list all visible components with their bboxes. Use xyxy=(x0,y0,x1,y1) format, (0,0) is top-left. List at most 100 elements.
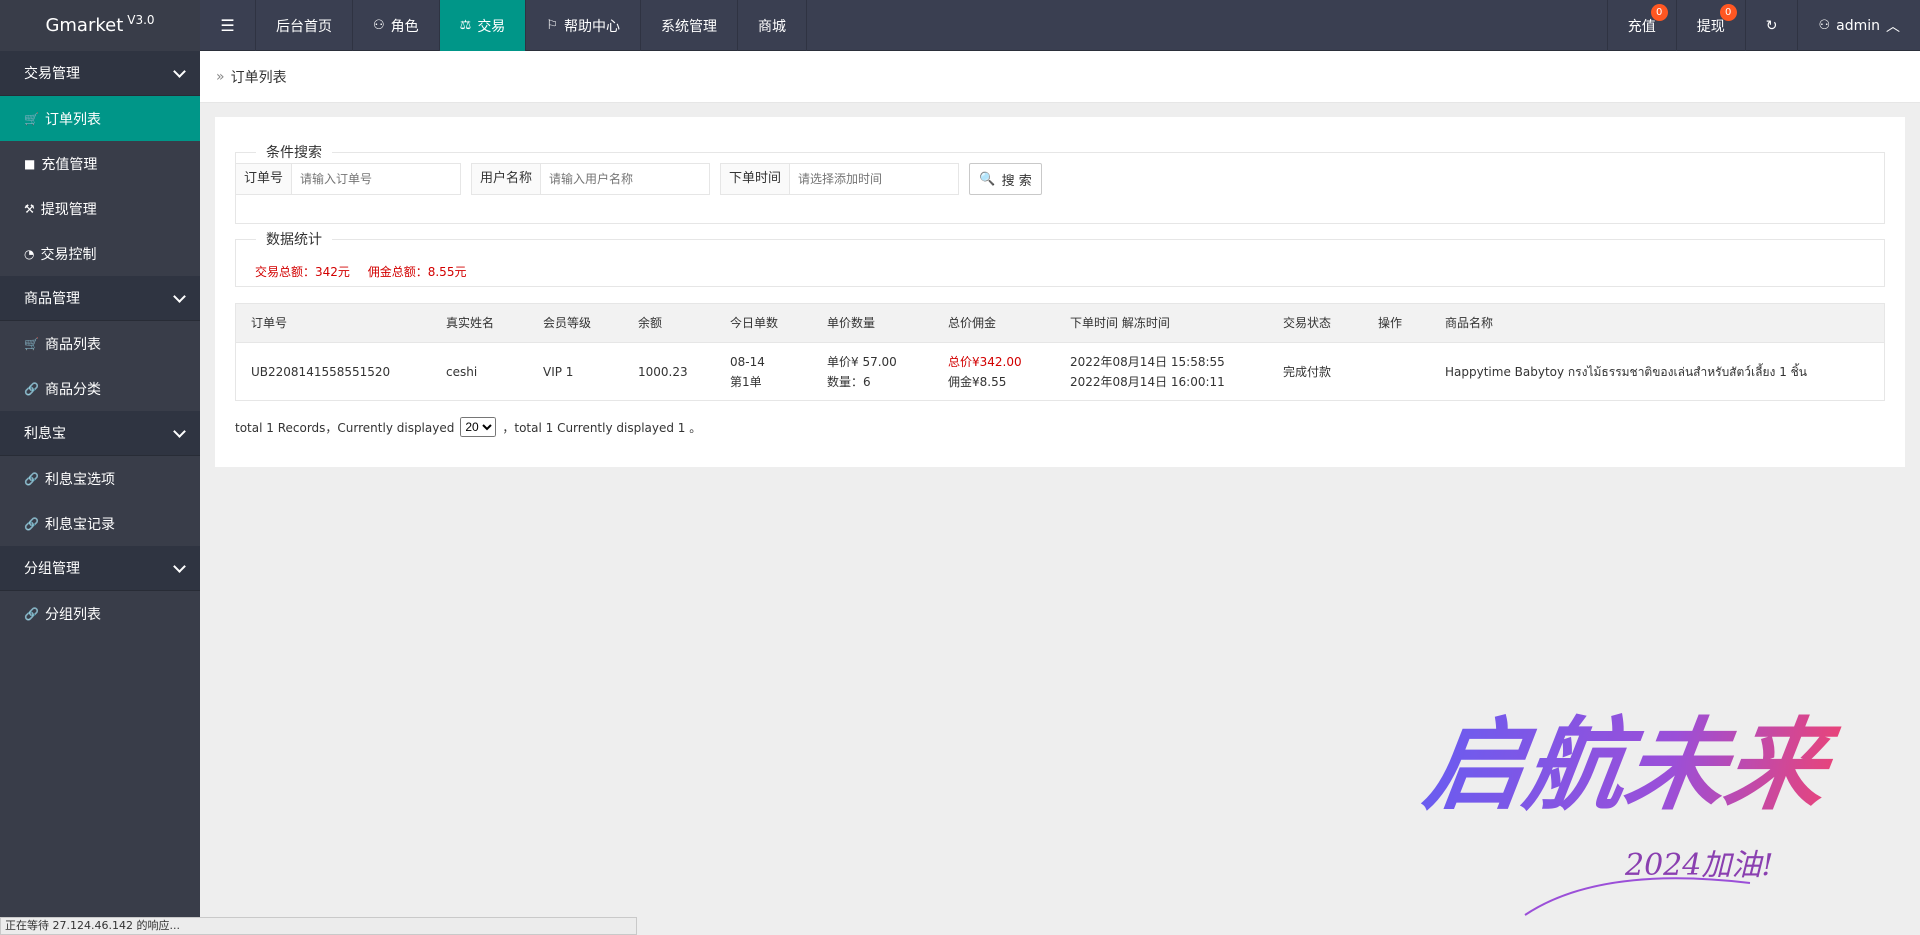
order-time-input[interactable] xyxy=(790,164,959,194)
order-no-field: 订单号 xyxy=(235,163,462,195)
th-status: 交易状态 xyxy=(1283,316,1332,330)
chevron-up-icon: ︿ xyxy=(1886,18,1900,35)
balance-icon: ⚖ xyxy=(459,18,472,33)
stats-legend: 数据统计 xyxy=(266,232,322,248)
user-name: admin xyxy=(1836,17,1880,34)
withdraw-badge: 0 xyxy=(1719,4,1737,21)
nav-mall[interactable]: 商城 xyxy=(738,0,807,51)
pagination: total 1 Records，Currently displayed 20 ，… xyxy=(235,417,701,437)
nav-system[interactable]: 系统管理 xyxy=(641,0,738,51)
th-product: 商品名称 xyxy=(1445,316,1494,330)
sidebar-item-label: 利息宝选项 xyxy=(44,471,115,488)
sidebar-item-withdraw[interactable]: ⚒ 提现管理 xyxy=(0,186,200,231)
cell-commission: 佣金¥8.55 xyxy=(948,374,1007,389)
nav-role[interactable]: ⚇ 角色 xyxy=(353,0,440,51)
th-level: 会员等级 xyxy=(543,316,592,330)
sidebar-item-label: 交易控制 xyxy=(40,246,97,263)
user-menu[interactable]: ⚇ admin ︿ xyxy=(1797,0,1920,51)
recharge-label: 充值 xyxy=(1627,18,1656,35)
refresh-icon: ↻ xyxy=(1765,17,1778,34)
watermark-logo: 启航未来 2024加油! xyxy=(1420,706,1845,916)
nav-help[interactable]: ⚐ 帮助中心 xyxy=(526,0,641,51)
menu-toggle-button[interactable]: ☰ xyxy=(200,0,256,51)
order-time-field: 下单时间 xyxy=(720,163,960,195)
app-logo[interactable]: Gmarket V3.0 xyxy=(0,0,200,51)
watermark-main-text: 启航未来 xyxy=(1420,706,1845,823)
cell-unfreeze-time: 2022年08月14日 16:00:11 xyxy=(1070,374,1225,389)
sidebar-item-label: 订单列表 xyxy=(44,111,101,128)
nav-help-label: 帮助中心 xyxy=(563,18,620,35)
cart-icon: 🛒 xyxy=(24,111,39,126)
link-icon: 🔗 xyxy=(24,606,39,621)
main-card: 条件搜索 订单号 用户名称 下单时间 🔍 搜 索 数据统计 交易总额：342元 … xyxy=(215,117,1905,467)
sidebar: 交易管理 🛒 订单列表 ■ 充值管理 ⚒ 提现管理 ◔ 交易控制 商品管理 🛒 … xyxy=(0,51,200,935)
nav-trade[interactable]: ⚖ 交易 xyxy=(439,0,527,51)
app-version: V3.0 xyxy=(127,12,155,27)
page-size-select[interactable]: 20 xyxy=(460,417,497,437)
th-balance: 余额 xyxy=(638,316,663,330)
watermark-swoosh xyxy=(1524,877,1751,916)
order-table: 订单号 真实姓名 会员等级 余额 今日单数 单价数量 总价佣金 下单时间 解冻时… xyxy=(235,303,1885,401)
recharge-badge: 0 xyxy=(1650,4,1668,21)
nav-trade-label: 交易 xyxy=(477,18,506,35)
comment-icon: ■ xyxy=(24,156,36,171)
th-total-commission: 总价佣金 xyxy=(948,316,997,330)
search-row: 订单号 用户名称 下单时间 🔍 搜 索 xyxy=(235,163,1043,195)
sidebar-group-goods[interactable]: 商品管理 xyxy=(0,276,200,321)
cell-product: Happytime Babytoy กรงไม้ธรรมชาติของเล่นส… xyxy=(1445,364,1807,379)
sidebar-item-label: 分组列表 xyxy=(44,606,101,623)
nav-system-label: 系统管理 xyxy=(660,18,717,35)
sidebar-group-label: 商品管理 xyxy=(24,291,80,307)
double-chevron-right-icon: » xyxy=(216,68,225,85)
sidebar-group-trade[interactable]: 交易管理 xyxy=(0,51,200,96)
sidebar-item-interest-records[interactable]: 🔗 利息宝记录 xyxy=(0,501,200,546)
th-times: 下单时间 解冻时间 xyxy=(1070,316,1170,330)
sidebar-item-order-list[interactable]: 🛒 订单列表 xyxy=(0,96,200,141)
sidebar-item-goods-category[interactable]: 🔗 商品分类 xyxy=(0,366,200,411)
link-icon: 🔗 xyxy=(24,381,39,396)
sidebar-item-label: 充值管理 xyxy=(41,156,98,173)
user-icon: ⚇ xyxy=(1818,18,1831,33)
sidebar-item-interest-options[interactable]: 🔗 利息宝选项 xyxy=(0,456,200,501)
cell-times: 2022年08月14日 15:58:55 2022年08月14日 16:00:1… xyxy=(1055,352,1268,392)
search-button-label: 搜 索 xyxy=(1001,173,1032,189)
right-nav: 充值 0 提现 0 ↻ ⚇ admin ︿ xyxy=(1606,0,1920,51)
breadcrumb: » 订单列表 xyxy=(200,51,1920,103)
nav-home[interactable]: 后台首页 xyxy=(256,0,353,51)
order-no-label: 订单号 xyxy=(236,164,293,194)
sidebar-item-group-list[interactable]: 🔗 分组列表 xyxy=(0,591,200,636)
username-input[interactable] xyxy=(541,164,710,194)
recharge-button[interactable]: 充值 0 xyxy=(1606,0,1676,51)
sidebar-item-recharge[interactable]: ■ 充值管理 xyxy=(0,141,200,186)
cell-unit-qty: 单价¥ 57.00 数量：6 xyxy=(812,352,933,392)
sidebar-group-interest[interactable]: 利息宝 xyxy=(0,411,200,456)
pager-prefix: total 1 Records，Currently displayed xyxy=(235,420,455,435)
th-actions: 操作 xyxy=(1378,316,1403,330)
dashboard-icon: ◔ xyxy=(24,246,35,261)
sidebar-group-groups[interactable]: 分组管理 xyxy=(0,546,200,591)
sidebar-item-goods-list[interactable]: 🛒 商品列表 xyxy=(0,321,200,366)
total-trade: 交易总额：342元 xyxy=(255,265,350,279)
refresh-button[interactable]: ↻ xyxy=(1744,0,1798,51)
search-icon: 🔍 xyxy=(979,171,996,187)
stats-values: 交易总额：342元 佣金总额：8.55元 xyxy=(255,263,480,280)
chevron-down-icon xyxy=(173,289,186,303)
sidebar-group-label: 利息宝 xyxy=(24,426,66,442)
menu-icon: ☰ xyxy=(220,16,235,35)
withdraw-button[interactable]: 提现 0 xyxy=(1675,0,1745,51)
sidebar-item-trade-control[interactable]: ◔ 交易控制 xyxy=(0,231,200,276)
order-no-input[interactable] xyxy=(292,164,461,194)
sidebar-item-label: 商品列表 xyxy=(44,336,101,353)
app-name: Gmarket xyxy=(45,15,124,36)
nav-home-label: 后台首页 xyxy=(276,18,332,35)
cell-order-time: 2022年08月14日 15:58:55 xyxy=(1070,354,1225,369)
search-button[interactable]: 🔍 搜 索 xyxy=(969,163,1043,195)
chevron-down-icon xyxy=(173,424,186,438)
cell-unit-price: 单价¥ 57.00 xyxy=(827,354,897,369)
hammer-icon: ⚒ xyxy=(24,201,35,216)
cell-today-date: 08-14 xyxy=(730,354,765,369)
link-icon: 🔗 xyxy=(24,471,39,486)
stats-fieldset: 数据统计 xyxy=(235,229,1885,287)
flag-icon: ⚐ xyxy=(546,18,558,33)
sidebar-item-label: 利息宝记录 xyxy=(44,516,115,533)
